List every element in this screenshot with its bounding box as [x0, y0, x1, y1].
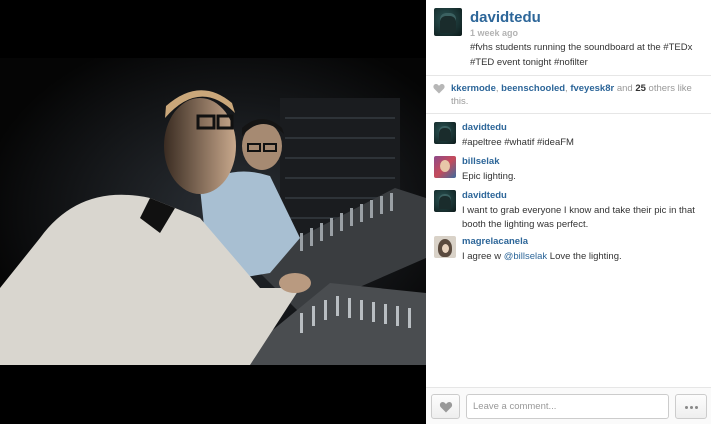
- comment-text-prefix: I agree w: [462, 251, 504, 262]
- comment-author[interactable]: davidtedu: [462, 190, 507, 201]
- heart-icon: [439, 402, 453, 413]
- avatar-billselak[interactable]: [434, 156, 456, 178]
- comment-author[interactable]: billselak: [462, 156, 500, 167]
- comment-text: I agree w @billselak Love the lighting.: [462, 250, 706, 264]
- photo-illustration: [0, 58, 426, 365]
- comment-author[interactable]: davidtedu: [462, 122, 507, 133]
- liker-link[interactable]: kkermode: [451, 83, 496, 94]
- comment-text: I want to grab everyone I know and take …: [462, 205, 695, 230]
- avatar-magrelacanela[interactable]: [434, 236, 456, 258]
- comment-footer: [426, 388, 711, 424]
- mention-link[interactable]: @billselak: [504, 251, 547, 262]
- more-options-button[interactable]: [675, 394, 707, 419]
- comment-text-suffix: Love the lighting.: [547, 251, 622, 262]
- post-author[interactable]: davidtedu: [470, 9, 541, 26]
- comment-text: #apeltree #whatif #ideaFM: [462, 137, 574, 148]
- photo-pane: [0, 0, 426, 424]
- likes-connector: and: [616, 83, 633, 94]
- comment-input[interactable]: [466, 394, 669, 419]
- post-timestamp: 1 week ago: [470, 28, 519, 38]
- post-caption: #fvhs students running the soundboard at…: [470, 42, 693, 68]
- avatar-davidtedu[interactable]: [434, 122, 456, 144]
- likes-count[interactable]: 25: [635, 83, 646, 94]
- post-header: davidtedu 1 week ago #fvhs students runn…: [426, 0, 711, 76]
- heart-icon: [433, 83, 445, 94]
- liker-link[interactable]: beenschooled: [501, 83, 565, 94]
- author-avatar[interactable]: [434, 8, 462, 36]
- avatar-davidtedu[interactable]: [434, 190, 456, 212]
- likes-row: kkermode, beenschooled, fveyesk8r and 25…: [426, 76, 711, 114]
- like-button[interactable]: [431, 394, 460, 419]
- ellipsis-icon: [685, 406, 688, 409]
- post-sidebar: davidtedu 1 week ago #fvhs students runn…: [426, 0, 711, 424]
- likes-summary: kkermode, beenschooled, fveyesk8r and 25…: [451, 83, 692, 107]
- post-photo[interactable]: [0, 58, 426, 365]
- liker-link[interactable]: fveyesk8r: [570, 83, 614, 94]
- comment-text: Epic lighting.: [462, 171, 516, 182]
- comment-list: davidtedu #apeltree #whatif #ideaFM bill…: [426, 116, 711, 388]
- comment-author[interactable]: magrelacanela: [462, 236, 528, 247]
